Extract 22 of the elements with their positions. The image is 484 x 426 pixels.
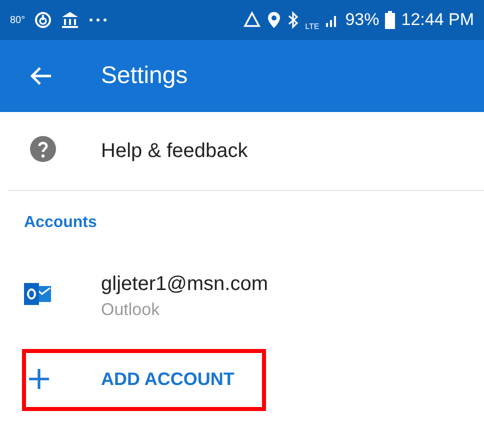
network-text: LTE (305, 22, 320, 30)
help-row[interactable]: Help & feedback (0, 112, 484, 190)
back-button[interactable] (30, 66, 52, 86)
battery-icon (385, 11, 396, 29)
mail-app-icon (24, 280, 52, 306)
add-account-button[interactable]: ADD ACCOUNT (0, 359, 234, 399)
bluetooth-icon (287, 11, 300, 29)
account-provider: Outlook (101, 300, 161, 320)
battery-text: 93% (345, 10, 380, 30)
section-heading: Accounts (24, 214, 98, 232)
help-icon (30, 136, 56, 162)
more-icon (88, 17, 108, 23)
account-email: gljeter1@msn.com (101, 272, 268, 296)
temperature-text: 80° (10, 14, 26, 26)
plus-icon (28, 368, 50, 390)
bank-icon (61, 11, 80, 29)
help-label: Help & feedback (101, 140, 248, 162)
back-arrow-icon (30, 66, 52, 86)
screen-title: Settings (101, 62, 188, 90)
location-icon (267, 11, 282, 29)
time-text: 12:44 PM (401, 10, 474, 30)
account-row[interactable]: gljeter1@msn.com Outlook (0, 265, 484, 327)
